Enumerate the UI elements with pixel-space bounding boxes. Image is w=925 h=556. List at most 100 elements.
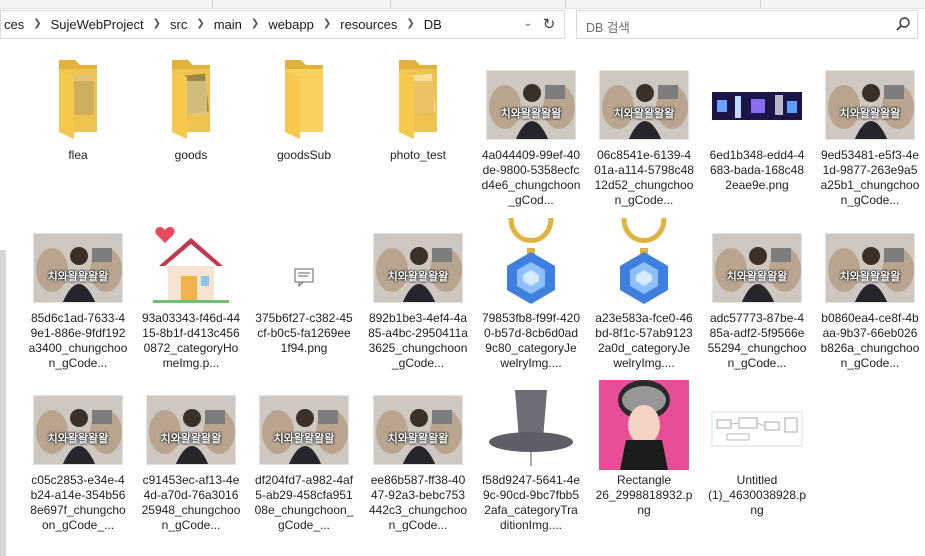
file-name: f58d9247-5641-4e9c-90cd-9bc7fbb52afa_cat… — [481, 473, 581, 532]
image-thumbnail — [594, 217, 694, 308]
file-item-79853fb8[interactable]: 79853fb8-f99f-4200-b57d-8cb6d0ad9c80_cat… — [481, 217, 581, 378]
file-name: 06c8541e-6139-401a-a114-5798c4812d52_chu… — [594, 148, 694, 207]
file-name: 375b6f27-c382-45cf-b0c5-fa1269ee1f94.png — [255, 311, 353, 355]
image-thumbnail: 치와왈왈왈왈 — [368, 380, 468, 470]
file-name: b0860ea4-ce8f-4baa-9b37-66eb026b826a_chu… — [820, 311, 920, 370]
file-name: 6ed1b348-edd4-4683-bada-168c482eae9e.png — [709, 148, 805, 192]
search-placeholder: DB 검색 — [586, 21, 630, 35]
file-item-c91453ec[interactable]: 치와왈왈왈왈 c91453ec-af13-4e4d-a70d-76a301625… — [141, 380, 241, 540]
image-thumbnail: 치와왈왈왈왈 — [28, 218, 128, 308]
file-name: 892b1be3-4ef4-4a85-a4bc-2950411a3625_chu… — [368, 311, 468, 370]
image-thumbnail: 치와왈왈왈왈 — [368, 218, 468, 308]
image-thumbnail — [707, 55, 807, 145]
thumbnail-caption: 치와왈왈왈왈 — [613, 108, 675, 120]
search-input[interactable]: DB 검색 — [576, 10, 918, 39]
breadcrumb-separator-icon[interactable]: ❯ — [27, 18, 47, 29]
file-name: 85d6c1ad-7633-49e1-886e-9fdf192a3400_chu… — [28, 311, 128, 370]
folder-icon — [28, 55, 128, 145]
image-thumbnail — [481, 380, 581, 470]
file-item-375b6f27[interactable]: 375b6f27-c382-45cf-b0c5-fa1269ee1f94.png — [254, 218, 354, 378]
file-item-adc57773[interactable]: 치와왈왈왈왈 adc57773-87be-485a-adf2-5f9566e55… — [707, 218, 807, 378]
file-item-photo-test[interactable]: photo_test — [368, 55, 468, 215]
breadcrumb-item[interactable]: DB — [421, 17, 445, 32]
file-item-a23e583a[interactable]: a23e583a-fce0-46bd-8f1c-57ab91232a0d_cat… — [594, 217, 694, 378]
file-name: goods — [174, 148, 208, 162]
breadcrumb-separator-icon[interactable]: ❯ — [245, 18, 265, 29]
breadcrumb-item[interactable]: resources — [337, 17, 400, 32]
file-item-06c8541e[interactable]: 치와왈왈왈왈 06c8541e-6139-401a-a114-5798c4812… — [594, 55, 694, 215]
file-item-untitled-1[interactable]: Untitled (1)_4630038928.png — [707, 380, 807, 540]
column-header-strip — [0, 0, 925, 9]
file-item-rectangle-26[interactable]: Rectangle 26_2998818932.png — [594, 380, 694, 540]
thumbnail-caption: 치와왈왈왈왈 — [160, 433, 222, 445]
image-thumbnail: 치와왈왈왈왈 — [820, 218, 920, 308]
file-name: 9ed53481-e5f3-4e1d-9877-263e9a5a25b1_chu… — [820, 148, 920, 207]
file-item-9ed53481[interactable]: 치와왈왈왈왈 9ed53481-e5f3-4e1d-9877-263e9a5a2… — [820, 55, 920, 215]
thumbnail-caption: 치와왈왈왈왈 — [387, 271, 449, 283]
breadcrumb-item[interactable]: src — [167, 17, 190, 32]
file-item-93a03343[interactable]: 93a03343-f46d-4415-8b1f-d413c4560872_cat… — [141, 218, 241, 378]
file-item-ee86b587[interactable]: 치와왈왈왈왈 ee86b587-ff38-4047-92a3-bebc75344… — [368, 380, 468, 540]
image-thumbnail — [141, 218, 241, 308]
breadcrumb-separator-icon[interactable]: ❯ — [400, 18, 420, 29]
search-icon[interactable] — [895, 16, 911, 32]
file-name: flea — [68, 148, 88, 162]
file-item-df204fd7[interactable]: 치와왈왈왈왈 df204fd7-a982-4af5-ab29-458cfa951… — [254, 380, 354, 540]
breadcrumb-separator-icon[interactable]: ❯ — [147, 18, 167, 29]
image-thumbnail: 치와왈왈왈왈 — [820, 55, 920, 145]
breadcrumb-item[interactable]: SujeWebProject — [48, 17, 147, 32]
image-thumbnail: 치와왈왈왈왈 — [707, 218, 807, 308]
folder-icon — [368, 55, 468, 145]
file-item-goodsSub[interactable]: goodsSub — [254, 55, 354, 215]
file-item-c05c2853[interactable]: 치와왈왈왈왈 c05c2853-e34e-4b24-a14e-354b568e6… — [28, 380, 128, 540]
file-name: Rectangle 26_2998818932.png — [595, 473, 693, 517]
chat-icon — [254, 218, 354, 308]
breadcrumb-item[interactable]: webapp — [265, 17, 317, 32]
folder-icon — [141, 55, 241, 145]
file-name: adc57773-87be-485a-adf2-5f9566e55294_chu… — [707, 311, 807, 370]
file-item-f58d9247[interactable]: f58d9247-5641-4e9c-90cd-9bc7fbb52afa_cat… — [481, 380, 581, 540]
thumbnail-caption: 치와왈왈왈왈 — [726, 271, 788, 283]
image-thumbnail — [481, 217, 581, 308]
image-thumbnail: 치와왈왈왈왈 — [28, 380, 128, 470]
thumbnail-caption: 치와왈왈왈왈 — [387, 433, 449, 445]
file-name: 79853fb8-f99f-4200-b57d-8cb6d0ad9c80_cat… — [481, 311, 581, 370]
breadcrumb-separator-icon[interactable]: ❯ — [190, 18, 210, 29]
image-thumbnail: 치와왈왈왈왈 — [481, 55, 581, 145]
breadcrumb-item[interactable]: ces — [1, 17, 27, 32]
file-name: 93a03343-f46d-4415-8b1f-d413c4560872_cat… — [141, 311, 241, 370]
file-item-b0860ea4[interactable]: 치와왈왈왈왈 b0860ea4-ce8f-4baa-9b37-66eb026b8… — [820, 218, 920, 378]
image-thumbnail: 치와왈왈왈왈 — [254, 380, 354, 470]
file-name: goodsSub — [276, 148, 332, 162]
breadcrumb-item[interactable]: main — [211, 17, 245, 32]
file-name: c05c2853-e34e-4b24-a14e-354b568e697f_chu… — [30, 473, 126, 532]
thumbnail-caption: 치와왈왈왈왈 — [839, 108, 901, 120]
file-item-85d6c1ad[interactable]: 치와왈왈왈왈 85d6c1ad-7633-49e1-886e-9fdf192a3… — [28, 218, 128, 378]
file-item-flea[interactable]: flea — [28, 55, 128, 215]
thumbnail-caption: 치와왈왈왈왈 — [273, 433, 335, 445]
file-name: ee86b587-ff38-4047-92a3-bebc753442c3_chu… — [368, 473, 468, 532]
file-name: photo_test — [389, 148, 447, 162]
address-bar[interactable]: ces ❯ SujeWebProject ❯ src ❯ main ❯ webapp ❯ resou… — [0, 10, 565, 39]
address-history-dropdown-icon[interactable]: ⌄ — [522, 17, 534, 31]
refresh-icon[interactable]: ↻ — [538, 14, 560, 35]
thumbnail-caption: 치와왈왈왈왈 — [839, 271, 901, 283]
image-thumbnail — [707, 380, 807, 470]
image-thumbnail: 치와왈왈왈왈 — [141, 380, 241, 470]
file-name: Untitled (1)_4630038928.png — [707, 473, 807, 517]
file-item-892b1be3[interactable]: 치와왈왈왈왈 892b1be3-4ef4-4a85-a4bc-2950411a3… — [368, 218, 468, 378]
file-name: 4a044409-99ef-40de-9800-5358ecfcd4e6_chu… — [481, 148, 581, 207]
folder-icon — [254, 55, 354, 145]
vertical-scrollbar[interactable] — [0, 250, 6, 556]
file-item-goods[interactable]: goods — [141, 55, 241, 215]
file-name: df204fd7-a982-4af5-ab29-458cfa95108e_chu… — [254, 473, 354, 532]
breadcrumb-separator-icon[interactable]: ❯ — [317, 18, 337, 29]
image-thumbnail: 치와왈왈왈왈 — [594, 55, 694, 145]
file-item-6ed1b348[interactable]: 6ed1b348-edd4-4683-bada-168c482eae9e.png — [707, 55, 807, 215]
image-thumbnail — [594, 380, 694, 470]
thumbnail-caption: 치와왈왈왈왈 — [47, 433, 109, 445]
breadcrumb: ces ❯ SujeWebProject ❯ src ❯ main ❯ webapp ❯ resou… — [1, 11, 445, 38]
file-name: a23e583a-fce0-46bd-8f1c-57ab91232a0d_cat… — [595, 311, 693, 370]
thumbnail-caption: 치와왈왈왈왈 — [47, 271, 109, 283]
file-item-4a044409[interactable]: 치와왈왈왈왈 4a044409-99ef-40de-9800-5358ecfcd… — [481, 55, 581, 215]
